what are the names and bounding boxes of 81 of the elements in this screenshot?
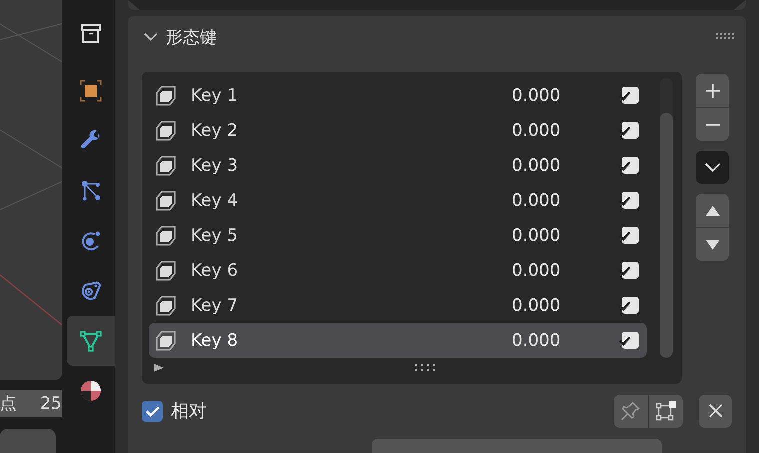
archive-icon [79, 22, 103, 46]
check-icon [618, 266, 630, 276]
shape-key-icon [155, 224, 179, 248]
key-value[interactable]: 0.000 [512, 156, 622, 176]
number-field[interactable]: 点 25 [0, 390, 62, 418]
menu-button[interactable] [696, 151, 729, 184]
square-icon [79, 79, 103, 103]
key-name: Key 1 [191, 86, 240, 106]
move-up-button[interactable] [696, 194, 729, 227]
checkbox[interactable] [622, 87, 639, 104]
triangle-mesh-icon [79, 329, 103, 353]
list-item[interactable]: Key 2 0.000 [149, 113, 647, 148]
key-value[interactable]: 0.000 [512, 86, 622, 106]
checkbox[interactable] [622, 227, 639, 244]
shape-key-icon [155, 154, 179, 178]
list-item[interactable]: Key 5 0.000 [149, 218, 647, 253]
key-name: Key 2 [191, 120, 240, 140]
checkbox[interactable] [622, 332, 639, 349]
shape-key-icon [155, 84, 179, 108]
drag-handle-icon[interactable] [716, 33, 736, 41]
key-name: Key 5 [191, 226, 240, 246]
check-icon [146, 406, 160, 416]
play-icon[interactable] [153, 363, 165, 373]
key-value[interactable]: 0.000 [512, 296, 622, 316]
list-item[interactable]: Key 1 0.000 [149, 78, 647, 113]
sphere-icon [79, 379, 103, 403]
vertex-square-icon [655, 400, 677, 422]
key-name: Key 7 [191, 296, 240, 316]
move-down-button[interactable] [696, 228, 729, 261]
shape-key-icon [155, 294, 179, 318]
plus-icon [704, 82, 720, 98]
checkbox[interactable] [622, 157, 639, 174]
triangle-up-icon [704, 204, 720, 216]
input-field[interactable] [372, 439, 662, 453]
check-icon [618, 196, 630, 206]
shape-key-icon [155, 118, 179, 142]
check-icon [618, 126, 630, 136]
key-name: Key 3 [191, 156, 240, 176]
list-item[interactable]: Key 7 0.000 [149, 288, 647, 323]
check-icon [618, 90, 630, 100]
check-icon [618, 160, 630, 170]
panel-title: 形态键 [166, 26, 218, 48]
minus-icon [704, 124, 720, 126]
triangle-down-icon [704, 238, 720, 250]
key-name: Key 6 [191, 260, 240, 280]
key-name: Key 8 [191, 330, 240, 350]
pin-button[interactable] [614, 394, 648, 428]
list-item[interactable]: Key 4 0.000 [149, 183, 647, 218]
key-value[interactable]: 0.000 [512, 260, 622, 280]
shape-key-icon [155, 328, 179, 352]
check-icon [618, 230, 630, 240]
add-button[interactable] [696, 74, 729, 107]
shape-key-icon [155, 188, 179, 212]
key-name: Key 4 [191, 190, 240, 210]
remove-button[interactable] [696, 108, 729, 141]
resize-handle-icon[interactable] [415, 364, 435, 372]
checkbox[interactable] [142, 400, 163, 422]
check-icon [618, 300, 630, 310]
key-value[interactable]: 0.000 [512, 330, 622, 350]
slider-field[interactable] [0, 429, 56, 453]
key-value[interactable]: 0.000 [512, 120, 622, 140]
tag-icon [79, 279, 103, 303]
checkbox[interactable] [622, 262, 639, 279]
close-button[interactable] [699, 394, 732, 428]
list-item[interactable]: Key 3 0.000 [149, 148, 647, 183]
list-item[interactable]: Key 6 0.000 [149, 253, 647, 288]
key-value[interactable]: 0.000 [512, 190, 622, 210]
key-value[interactable]: 0.000 [512, 226, 622, 246]
check-icon [618, 336, 630, 346]
chevron-icon[interactable] [144, 32, 158, 42]
chevron-icon [704, 162, 720, 172]
pin-icon [621, 401, 641, 421]
nodes-icon [79, 179, 103, 203]
checkbox[interactable] [622, 192, 639, 209]
shape-key-icon [155, 258, 179, 282]
checkbox[interactable] [622, 297, 639, 314]
list-item[interactable]: Key 8 0.000 [149, 323, 647, 358]
checkbox-label: 相对 [171, 400, 208, 423]
edit-mode-button[interactable] [649, 394, 683, 428]
checkbox[interactable] [622, 122, 639, 139]
close-icon [708, 403, 724, 419]
